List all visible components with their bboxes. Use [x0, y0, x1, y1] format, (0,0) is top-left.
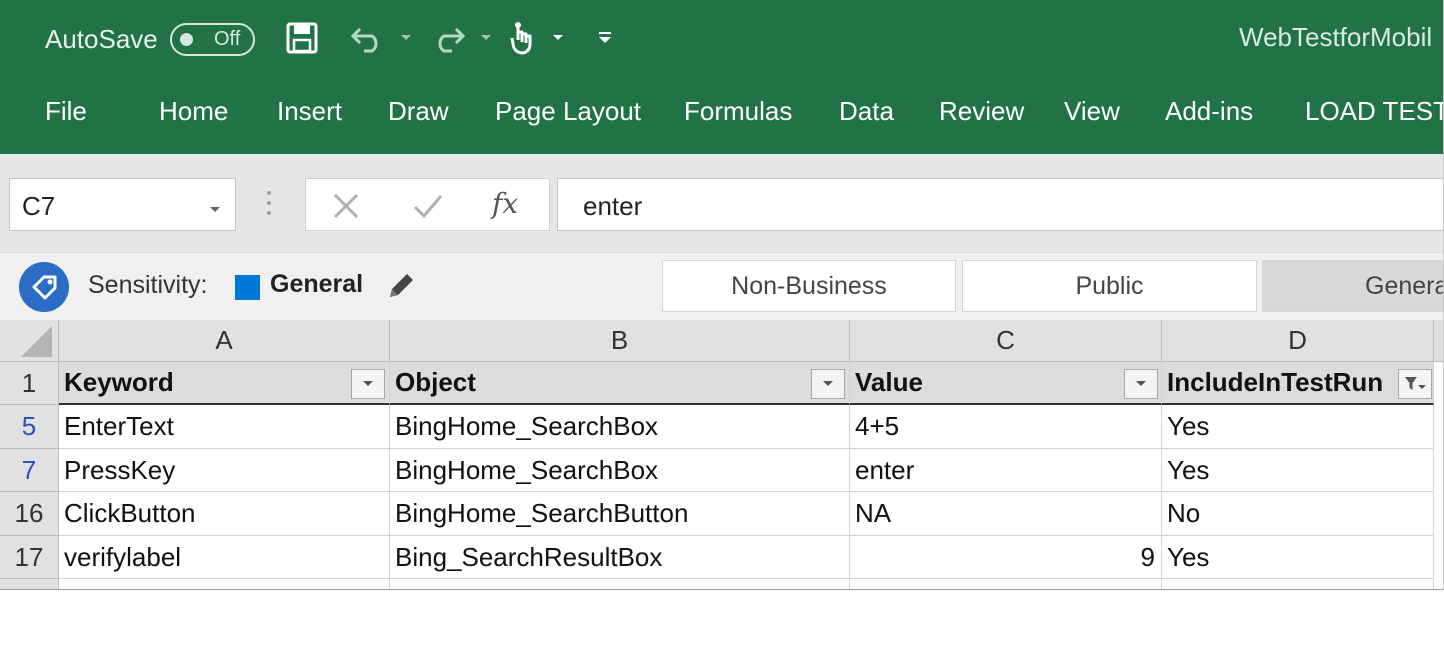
header-cell-object[interactable]: Object — [390, 362, 850, 405]
document-title: WebTestforMobil — [1239, 22, 1433, 52]
name-box[interactable]: C7 — [9, 178, 236, 231]
title-bar: AutoSave Off WebTestforMobil — [0, 0, 1443, 78]
row-header[interactable]: 5 — [0, 405, 59, 449]
header-cell-label: Keyword — [64, 367, 174, 397]
touch-mode-icon[interactable] — [505, 18, 539, 58]
cell[interactable]: PressKey — [59, 449, 390, 492]
excel-window: AutoSave Off WebTestforMobil File Home I… — [0, 0, 1444, 590]
header-cell-label: IncludeInTestRun — [1167, 367, 1384, 397]
sensitivity-option-public[interactable]: Public — [962, 260, 1257, 312]
cell[interactable]: Yes — [1162, 405, 1434, 449]
drag-handle-icon[interactable] — [266, 188, 272, 218]
header-cell-label: Value — [855, 367, 923, 397]
sensitivity-current-value: General — [270, 270, 364, 298]
redo-dropdown-icon[interactable] — [478, 18, 494, 58]
row-header[interactable]: 16 — [0, 492, 59, 536]
tab-home[interactable]: Home — [159, 96, 228, 127]
cell[interactable]: BingHome_SearchBox — [390, 405, 850, 449]
name-box-value: C7 — [22, 191, 56, 221]
header-cell-includeintestrun[interactable]: IncludeInTestRun — [1162, 362, 1434, 405]
sensitivity-tag-icon — [19, 262, 69, 312]
autosave-toggle[interactable]: Off — [170, 23, 255, 56]
cell[interactable]: Bing_SearchResultBox — [390, 536, 850, 579]
tab-insert[interactable]: Insert — [277, 96, 342, 127]
save-icon[interactable] — [284, 18, 320, 58]
formula-buttons: fx — [305, 178, 550, 231]
cell[interactable]: No — [1162, 492, 1434, 536]
formula-input[interactable]: enter — [557, 178, 1443, 231]
column-header-b[interactable]: B — [390, 320, 850, 362]
sensitivity-color-swatch — [235, 275, 260, 300]
filter-dropdown-button[interactable] — [1124, 369, 1158, 399]
customize-qat-icon[interactable] — [596, 18, 614, 58]
header-cell-label: Object — [395, 367, 476, 397]
undo-icon[interactable] — [348, 18, 388, 58]
sensitivity-bar: Sensitivity: General Non-Business Public… — [0, 252, 1443, 320]
row-header[interactable]: 7 — [0, 449, 59, 492]
filter-dropdown-button[interactable] — [811, 369, 845, 399]
row-header[interactable]: 17 — [0, 536, 59, 579]
tab-add-ins[interactable]: Add-ins — [1165, 96, 1253, 127]
column-header-e[interactable] — [1434, 320, 1443, 362]
column-header-a[interactable]: A — [59, 320, 390, 362]
pencil-icon[interactable] — [386, 269, 416, 306]
header-cell-value[interactable]: Value — [850, 362, 1162, 405]
sensitivity-label: Sensitivity: — [88, 271, 208, 299]
sensitivity-option-non-business[interactable]: Non-Business — [662, 260, 956, 312]
cancel-icon[interactable] — [332, 192, 360, 225]
cell[interactable]: 9 — [850, 536, 1162, 579]
header-cell-keyword[interactable]: Keyword — [59, 362, 390, 405]
tab-file[interactable]: File — [45, 96, 87, 127]
tab-page-layout[interactable]: Page Layout — [495, 96, 641, 127]
tab-view[interactable]: View — [1064, 96, 1120, 127]
tab-draw[interactable]: Draw — [388, 96, 449, 127]
cell[interactable] — [59, 579, 390, 589]
cell[interactable]: BingHome_SearchButton — [390, 492, 850, 536]
cell[interactable]: EnterText — [59, 405, 390, 449]
tab-load-test[interactable]: LOAD TEST — [1305, 96, 1443, 127]
cell[interactable] — [1162, 579, 1434, 589]
cell[interactable]: BingHome_SearchBox — [390, 449, 850, 492]
tab-data[interactable]: Data — [839, 96, 894, 127]
chevron-down-icon[interactable] — [209, 201, 221, 219]
tab-review[interactable]: Review — [939, 96, 1024, 127]
filter-dropdown-button[interactable] — [351, 369, 385, 399]
formula-bar: C7 fx enter — [0, 154, 1443, 252]
redo-icon[interactable] — [428, 18, 468, 58]
select-all-button[interactable] — [0, 320, 59, 362]
cell[interactable]: ClickButton — [59, 492, 390, 536]
cell[interactable]: verifylabel — [59, 536, 390, 579]
column-header-d[interactable]: D — [1162, 320, 1434, 362]
check-icon[interactable] — [412, 192, 444, 225]
touch-mode-dropdown-icon[interactable] — [550, 18, 566, 58]
cell[interactable] — [390, 579, 850, 589]
sensitivity-option-general[interactable]: Genera — [1262, 260, 1443, 312]
undo-dropdown-icon[interactable] — [398, 18, 414, 58]
autosave-label: AutoSave — [45, 24, 158, 54]
cell[interactable]: Yes — [1162, 536, 1434, 579]
cell[interactable]: 4+5 — [850, 405, 1162, 449]
formula-value: enter — [583, 191, 643, 221]
active-filter-button[interactable] — [1398, 369, 1432, 399]
cell[interactable]: NA — [850, 492, 1162, 536]
ribbon-tabs: File Home Insert Draw Page Layout Formul… — [0, 78, 1443, 154]
tab-formulas[interactable]: Formulas — [684, 96, 792, 127]
toggle-knob — [180, 33, 193, 46]
worksheet-grid: A B C D 1 Keyword Object Value IncludeIn… — [0, 320, 1443, 589]
column-header-c[interactable]: C — [850, 320, 1162, 362]
cell[interactable]: enter — [850, 449, 1162, 492]
cell[interactable] — [850, 579, 1162, 589]
row-header[interactable]: 1 — [0, 362, 59, 405]
cell[interactable]: Yes — [1162, 449, 1434, 492]
row-header[interactable] — [0, 579, 59, 589]
insert-function-icon[interactable]: fx — [492, 187, 518, 220]
autosave-state: Off — [214, 28, 241, 50]
